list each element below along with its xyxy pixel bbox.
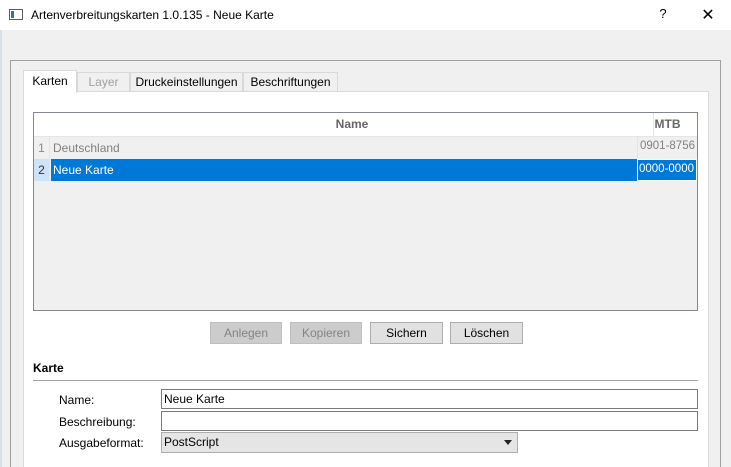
app-window-icon [9, 9, 23, 20]
karten-table[interactable]: Name MTB 1 Deutschland 0901-8756 2 Neue … [33, 112, 698, 311]
section-title-karte: Karte [33, 361, 64, 375]
ausgabeformat-value: PostScript [164, 435, 219, 449]
window-border [0, 30, 2, 467]
cell-mtb[interactable]: 0000-0000 [637, 159, 697, 181]
beschreibung-label: Beschreibung: [59, 415, 136, 429]
column-header-mtb[interactable]: MTB [638, 113, 697, 136]
ausgabeformat-label: Ausgabeformat: [59, 436, 144, 450]
window-title: Artenverbreitungskarten 1.0.135 - Neue K… [31, 8, 274, 22]
table-header: Name MTB [34, 113, 697, 137]
kopieren-button[interactable]: Kopieren [290, 322, 362, 344]
loeschen-button[interactable]: Löschen [450, 322, 523, 344]
chevron-down-icon[interactable] [504, 440, 512, 445]
name-label: Name: [59, 393, 95, 407]
tab-beschriftungen[interactable]: Beschriftungen [243, 72, 338, 91]
anlegen-button[interactable]: Anlegen [210, 322, 282, 344]
table-row-selected[interactable]: 2 Neue Karte 0000-0000 [34, 159, 697, 181]
sichern-button[interactable]: Sichern [370, 322, 443, 344]
cell-name[interactable]: Deutschland [51, 137, 637, 159]
table-corner [34, 113, 51, 136]
column-header-name[interactable]: Name [51, 113, 654, 136]
tab-layer[interactable]: Layer [77, 72, 130, 91]
tab-karten[interactable]: Karten [23, 70, 77, 93]
help-button[interactable]: ? [655, 6, 671, 24]
table-row[interactable]: 1 Deutschland 0901-8756 [34, 137, 697, 159]
row-number: 2 [34, 159, 50, 181]
row-number: 1 [34, 137, 50, 159]
section-divider [33, 380, 698, 381]
title-bar: Artenverbreitungskarten 1.0.135 - Neue K… [0, 0, 731, 30]
close-icon[interactable]: ✕ [698, 5, 718, 25]
cell-mtb[interactable]: 0901-8756 [637, 137, 697, 159]
name-field[interactable]: Neue Karte [161, 389, 698, 409]
beschreibung-field[interactable] [161, 411, 698, 431]
ausgabeformat-select[interactable]: PostScript [161, 432, 518, 453]
tab-druckeinstellungen[interactable]: Druckeinstellungen [130, 72, 243, 91]
cell-name[interactable]: Neue Karte [51, 159, 637, 181]
